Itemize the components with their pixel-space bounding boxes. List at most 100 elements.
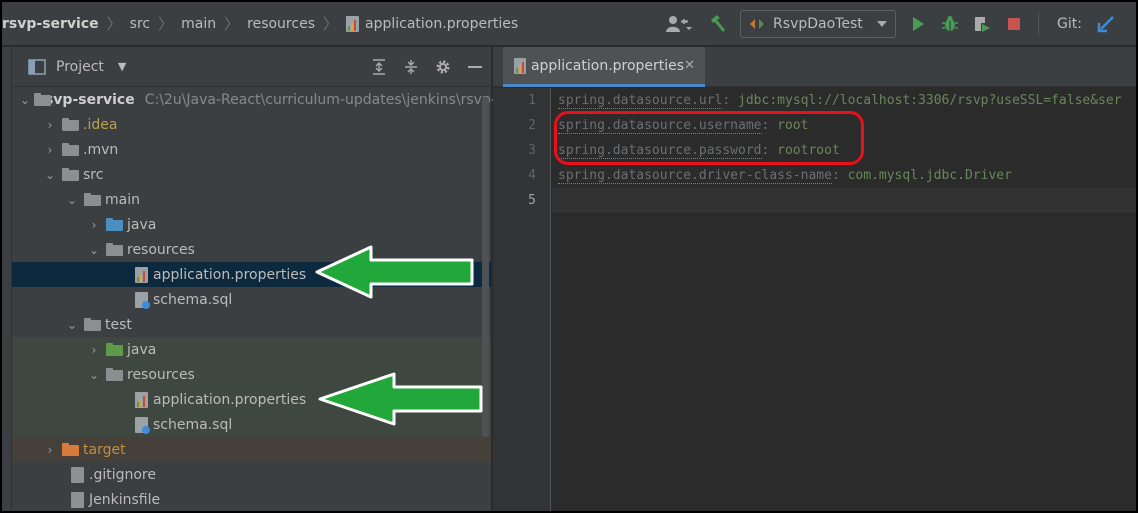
collapse-all-icon[interactable] xyxy=(395,59,427,75)
chevron-right-icon[interactable]: › xyxy=(86,343,102,357)
tree-item-label: java xyxy=(127,341,157,358)
chevron-right-icon[interactable]: › xyxy=(42,118,58,132)
tree-row-main-java[interactable]: › java xyxy=(12,212,491,237)
run-icon[interactable] xyxy=(905,10,931,38)
chevron-down-icon[interactable]: ▼ xyxy=(118,60,126,73)
coverage-icon[interactable] xyxy=(969,10,995,38)
folder-icon xyxy=(84,193,101,206)
chevron-right-icon: 〉 xyxy=(106,15,122,33)
minimize-icon[interactable] xyxy=(459,65,491,69)
chevron-right-icon[interactable]: › xyxy=(86,218,102,232)
tree-root-path: C:\2u\Java-React\curriculum-updates\jenk… xyxy=(144,91,496,108)
property-value: com.mysql.jdbc.Driver xyxy=(847,168,1012,183)
chevron-down-icon[interactable]: ⌄ xyxy=(86,368,102,382)
code-line[interactable]: spring.datasource.url: jdbc:mysql://loca… xyxy=(552,88,1136,113)
sql-file-icon xyxy=(135,416,150,434)
gitignore-file-icon xyxy=(71,466,84,483)
folder-icon xyxy=(62,143,79,156)
chevron-down-icon[interactable]: ⌄ xyxy=(86,243,102,257)
chevron-down-icon[interactable]: ⌄ xyxy=(42,168,58,182)
properties-file-icon xyxy=(135,391,148,408)
build-hammer-icon[interactable] xyxy=(705,10,731,38)
main-toolbar: RsvpDaoTest Git: xyxy=(663,2,1136,46)
folder-icon xyxy=(62,118,79,131)
tree-item-label: schema.sql xyxy=(153,291,233,308)
tree-item-label: .gitignore xyxy=(89,466,156,483)
line-number: 3 xyxy=(528,143,536,158)
expand-all-icon[interactable] xyxy=(363,58,395,75)
properties-file-icon xyxy=(514,57,526,74)
navigation-bar: rsvp-service 〉 src 〉 main 〉 resources 〉 … xyxy=(2,2,1136,46)
annotation-arrow-icon xyxy=(318,372,483,426)
breadcrumb-item-src[interactable]: src xyxy=(130,16,150,32)
editor-tabs: application.properties ✕ xyxy=(493,47,1136,87)
annotation-arrow-icon xyxy=(315,245,474,299)
chevron-right-icon[interactable]: › xyxy=(42,443,58,457)
git-label: Git: xyxy=(1057,16,1082,32)
tree-row-mvn[interactable]: › .mvn xyxy=(12,137,491,162)
chevron-right-icon[interactable]: › xyxy=(42,143,58,157)
line-number: 4 xyxy=(528,168,536,183)
tree-row-gitignore[interactable]: .gitignore xyxy=(12,462,491,487)
toolbar-divider xyxy=(1038,13,1040,35)
tree-item-label: .idea xyxy=(83,116,118,133)
tree-row-src[interactable]: ⌄ src xyxy=(12,162,491,187)
run-config-icon xyxy=(750,19,765,29)
tab-label: application.properties xyxy=(530,57,685,74)
tree-item-label: .mvn xyxy=(83,141,119,158)
credentials-highlight-box xyxy=(554,111,864,165)
breadcrumb: rsvp-service 〉 src 〉 main 〉 resources 〉 … xyxy=(2,2,518,45)
excluded-folder-icon xyxy=(62,443,79,456)
test-folder-icon xyxy=(106,343,123,356)
tree-row-test-java[interactable]: › java xyxy=(12,337,491,362)
chevron-down-icon[interactable]: ⌄ xyxy=(20,93,30,107)
breadcrumb-item-main[interactable]: main xyxy=(181,16,216,32)
line-number: 1 xyxy=(528,93,536,108)
run-configuration-select[interactable]: RsvpDaoTest xyxy=(740,10,897,38)
chevron-right-icon: 〉 xyxy=(158,15,174,33)
tree-row-root[interactable]: ⌄ rsvp-service C:\2u\Java-React\curricul… xyxy=(12,87,496,112)
stop-icon[interactable] xyxy=(1001,10,1027,38)
debug-icon[interactable] xyxy=(937,10,963,38)
project-panel-title[interactable]: Project xyxy=(56,59,104,75)
tree-row-idea[interactable]: › .idea xyxy=(12,112,491,137)
gear-icon[interactable] xyxy=(427,59,459,75)
add-user-icon[interactable] xyxy=(666,10,693,38)
tree-item-label: target xyxy=(83,441,126,458)
ide-window: rsvp-service 〉 src 〉 main 〉 resources 〉 … xyxy=(2,2,1136,511)
tree-item-label: application.properties xyxy=(153,266,307,283)
property-separator: : xyxy=(722,93,739,108)
left-tool-strip xyxy=(2,47,12,511)
tab-application-properties[interactable]: application.properties ✕ xyxy=(503,47,705,87)
project-tree: ⌄ rsvp-service C:\2u\Java-React\curricul… xyxy=(12,87,496,511)
tree-item-label: resources xyxy=(127,366,195,383)
tree-row-jenkinsfile[interactable]: Jenkinsfile xyxy=(12,487,491,511)
tree-row-test[interactable]: ⌄ test xyxy=(12,312,491,337)
line-number: 5 xyxy=(528,193,536,208)
chevron-down-icon xyxy=(877,21,888,27)
tree-item-label: main xyxy=(105,191,140,208)
tree-item-label: resources xyxy=(127,241,195,258)
line-number: 2 xyxy=(528,118,536,133)
folder-icon xyxy=(62,168,79,181)
tree-row-main[interactable]: ⌄ main xyxy=(12,187,491,212)
project-panel-header: Project ▼ xyxy=(12,47,491,87)
close-icon[interactable]: ✕ xyxy=(684,58,695,73)
folder-icon xyxy=(84,318,101,331)
chevron-down-icon[interactable]: ⌄ xyxy=(64,318,80,332)
properties-file-icon xyxy=(346,15,360,32)
breadcrumb-item-resources[interactable]: resources xyxy=(247,16,315,32)
tree-item-label: src xyxy=(83,166,104,183)
source-folder-icon xyxy=(106,218,123,231)
code-line[interactable]: spring.datasource.driver-class-name: com… xyxy=(552,163,1136,188)
chevron-down-icon[interactable]: ⌄ xyxy=(64,193,80,207)
code-line-current[interactable] xyxy=(552,188,1136,213)
git-update-icon[interactable] xyxy=(1093,10,1119,38)
property-value: jdbc:mysql://localhost:3306/rsvp?useSSL=… xyxy=(738,93,1122,108)
property-key: spring.datasource.driver-class-name xyxy=(558,168,832,184)
breadcrumb-item-file[interactable]: application.properties xyxy=(346,15,518,32)
tree-row-target[interactable]: › target xyxy=(12,437,491,462)
text-file-icon xyxy=(71,491,84,508)
tree-root-label: rsvp-service xyxy=(38,91,135,108)
breadcrumb-item-project[interactable]: rsvp-service xyxy=(2,16,99,32)
